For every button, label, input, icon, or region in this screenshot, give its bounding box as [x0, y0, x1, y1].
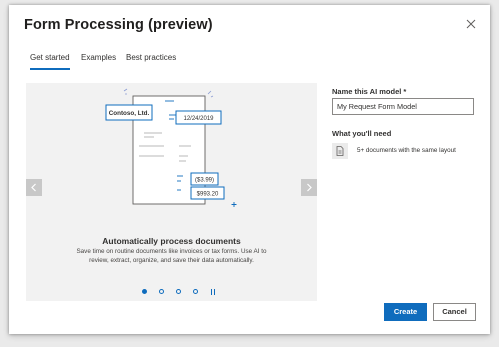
tab-examples[interactable]: Examples [81, 52, 116, 70]
carousel-dot-3[interactable] [176, 289, 181, 294]
requirements-heading: What you'll need [332, 129, 392, 138]
create-button[interactable]: Create [384, 303, 427, 321]
dialog-title: Form Processing (preview) [24, 17, 213, 33]
carousel: Contoso, Ltd. 12/24/2019 ($3.99) $993.20… [26, 83, 317, 301]
carousel-dot-1[interactable] [142, 289, 147, 294]
vendor-label: Contoso, Ltd. [109, 110, 150, 117]
document-icon [332, 143, 348, 159]
carousel-next-button[interactable] [301, 179, 317, 196]
cancel-button[interactable]: Cancel [433, 303, 476, 321]
carousel-dot-4[interactable] [193, 289, 198, 294]
chevron-left-icon [31, 183, 36, 192]
requirement-text: 5+ documents with the same layout [357, 147, 456, 154]
carousel-dot-2[interactable] [159, 289, 164, 294]
amount2-label: $993.20 [197, 192, 219, 198]
form-processing-dialog: Form Processing (preview) Get started Ex… [9, 5, 490, 334]
tab-get-started[interactable]: Get started [30, 52, 70, 70]
carousel-prev-button[interactable] [26, 179, 42, 196]
amount1-label: ($3.99) [195, 178, 214, 184]
slide-description: Save time on routine documents like invo… [76, 248, 267, 264]
pause-icon[interactable] [210, 289, 215, 295]
slide-caption: Automatically process documents [102, 236, 241, 246]
date-label: 12/24/2019 [183, 116, 214, 122]
model-name-label: Name this AI model * [332, 87, 407, 96]
model-name-input[interactable] [332, 98, 474, 115]
tab-best-practices[interactable]: Best practices [126, 52, 176, 70]
document-illustration: Contoso, Ltd. 12/24/2019 ($3.99) $993.20 [105, 88, 237, 207]
close-icon[interactable] [464, 17, 478, 31]
chevron-right-icon [307, 183, 312, 192]
carousel-pagination [130, 289, 220, 297]
